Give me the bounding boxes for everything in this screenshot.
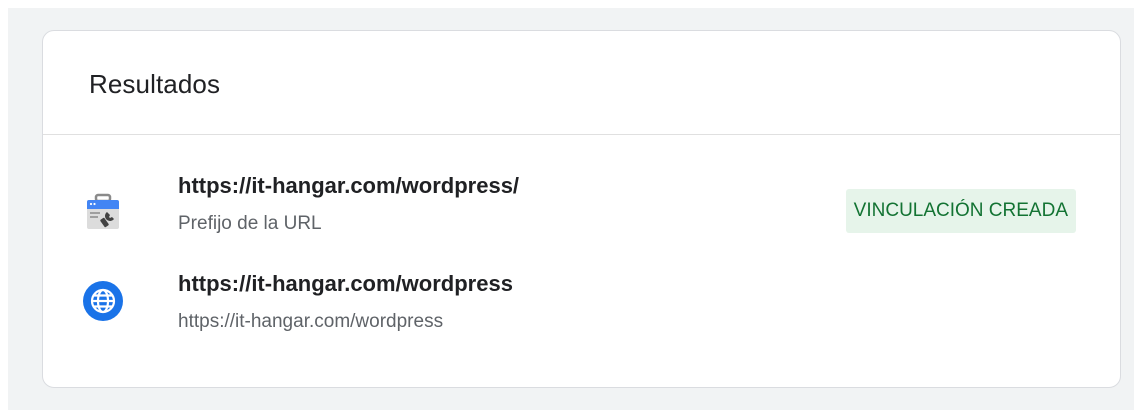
result-row-property[interactable]: https://it-hangar.com/wordpress https://… bbox=[43, 269, 1120, 349]
card-header: Resultados bbox=[43, 31, 1120, 135]
globe-icon bbox=[81, 279, 125, 323]
result-text: https://it-hangar.com/wordpress/ Prefijo… bbox=[178, 171, 519, 237]
results-card: Resultados https://it-hangar.com/wordpre… bbox=[42, 30, 1121, 388]
result-subtitle-url: https://it-hangar.com/wordpress bbox=[178, 311, 444, 332]
result-url: https://it-hangar.com/wordpress bbox=[178, 271, 513, 296]
search-console-toolbox-icon bbox=[81, 191, 125, 235]
status-badge: VINCULACIÓN CREADA bbox=[845, 189, 1076, 233]
card-title: Resultados bbox=[89, 69, 221, 99]
result-type: Prefijo de la URL bbox=[178, 213, 322, 234]
result-row-url-prefix[interactable]: https://it-hangar.com/wordpress/ Prefijo… bbox=[43, 171, 1120, 251]
result-text: https://it-hangar.com/wordpress https://… bbox=[178, 269, 513, 335]
result-url: https://it-hangar.com/wordpress/ bbox=[178, 173, 520, 198]
